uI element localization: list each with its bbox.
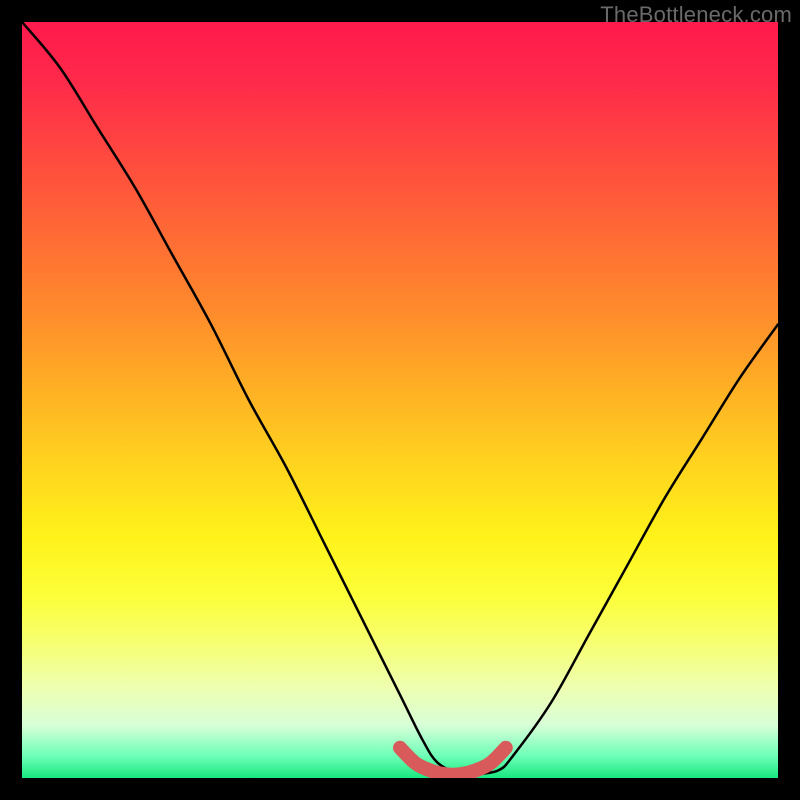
sweet-spot-band-path <box>400 748 506 775</box>
bottleneck-curve-path <box>22 22 778 775</box>
chart-svg <box>22 22 778 778</box>
watermark-text: TheBottleneck.com <box>600 2 792 28</box>
